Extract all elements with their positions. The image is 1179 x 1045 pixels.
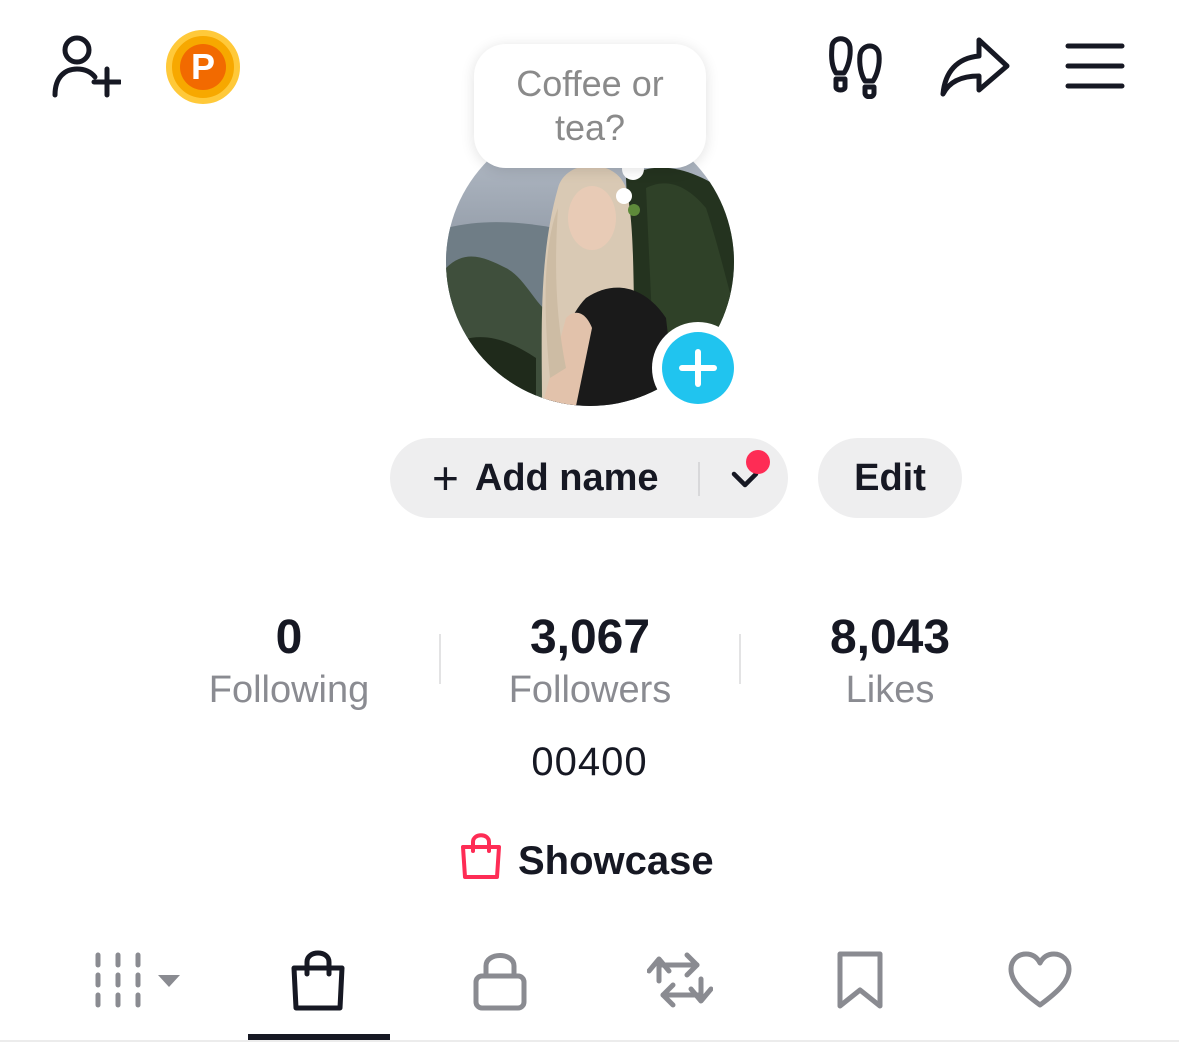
- share-icon[interactable]: [936, 30, 1014, 102]
- showcase-label: Showcase: [518, 838, 714, 883]
- tab-liked[interactable]: [980, 942, 1100, 1022]
- repost-icon: [646, 951, 714, 1014]
- footprints-icon[interactable]: [822, 30, 890, 102]
- coin-icon[interactable]: P: [166, 30, 240, 104]
- videos-grid-icon: [94, 951, 186, 1014]
- plus-icon: [662, 332, 734, 404]
- add-name-button[interactable]: + Add name: [390, 438, 788, 518]
- shop-bag-icon: [288, 948, 348, 1017]
- divider: [698, 462, 700, 496]
- profile-page: P Coffee or tea? + Add name Edit 0 Follo…: [0, 0, 1179, 1045]
- lock-icon: [472, 948, 528, 1017]
- heart-icon: [1007, 951, 1073, 1014]
- tab-reposts[interactable]: [620, 942, 740, 1022]
- stat-label: Likes: [845, 669, 935, 711]
- add-friend-icon[interactable]: [44, 30, 124, 102]
- shopping-bag-icon: [458, 831, 504, 891]
- divider: [439, 634, 441, 684]
- notification-dot: [746, 450, 770, 474]
- note-line-2: tea?: [554, 107, 626, 148]
- coin-letter: P: [180, 44, 226, 90]
- add-name-content: + Add name: [432, 438, 659, 518]
- bubble-dot: [616, 188, 632, 204]
- stat-value: 8,043: [829, 611, 951, 664]
- divider: [0, 1040, 1179, 1042]
- stat-followers[interactable]: 3,067 Followers: [460, 608, 720, 712]
- note-bubble[interactable]: Coffee or tea?: [474, 44, 706, 168]
- plus-icon: +: [432, 452, 459, 504]
- bookmark-icon: [835, 950, 885, 1015]
- stat-likes[interactable]: 8,043 Likes: [760, 608, 1020, 712]
- showcase-link[interactable]: Showcase: [458, 831, 714, 891]
- stat-following[interactable]: 0 Following: [159, 608, 419, 712]
- tab-shop[interactable]: [258, 942, 378, 1022]
- stat-label: Followers: [508, 669, 672, 711]
- tab-private[interactable]: [440, 942, 560, 1022]
- tab-videos[interactable]: [80, 942, 200, 1022]
- stat-value: 3,067: [529, 611, 651, 664]
- edit-profile-button[interactable]: Edit: [818, 438, 962, 518]
- tab-saved[interactable]: [800, 942, 920, 1022]
- note-line-1: Coffee or: [516, 63, 664, 104]
- bio-text: 00400: [531, 740, 648, 784]
- stat-label: Following: [208, 669, 370, 711]
- avatar-add-button[interactable]: [652, 322, 744, 414]
- divider: [739, 634, 741, 684]
- menu-icon[interactable]: [1062, 38, 1128, 94]
- add-name-label: Add name: [474, 456, 659, 499]
- stat-value: 0: [275, 611, 303, 664]
